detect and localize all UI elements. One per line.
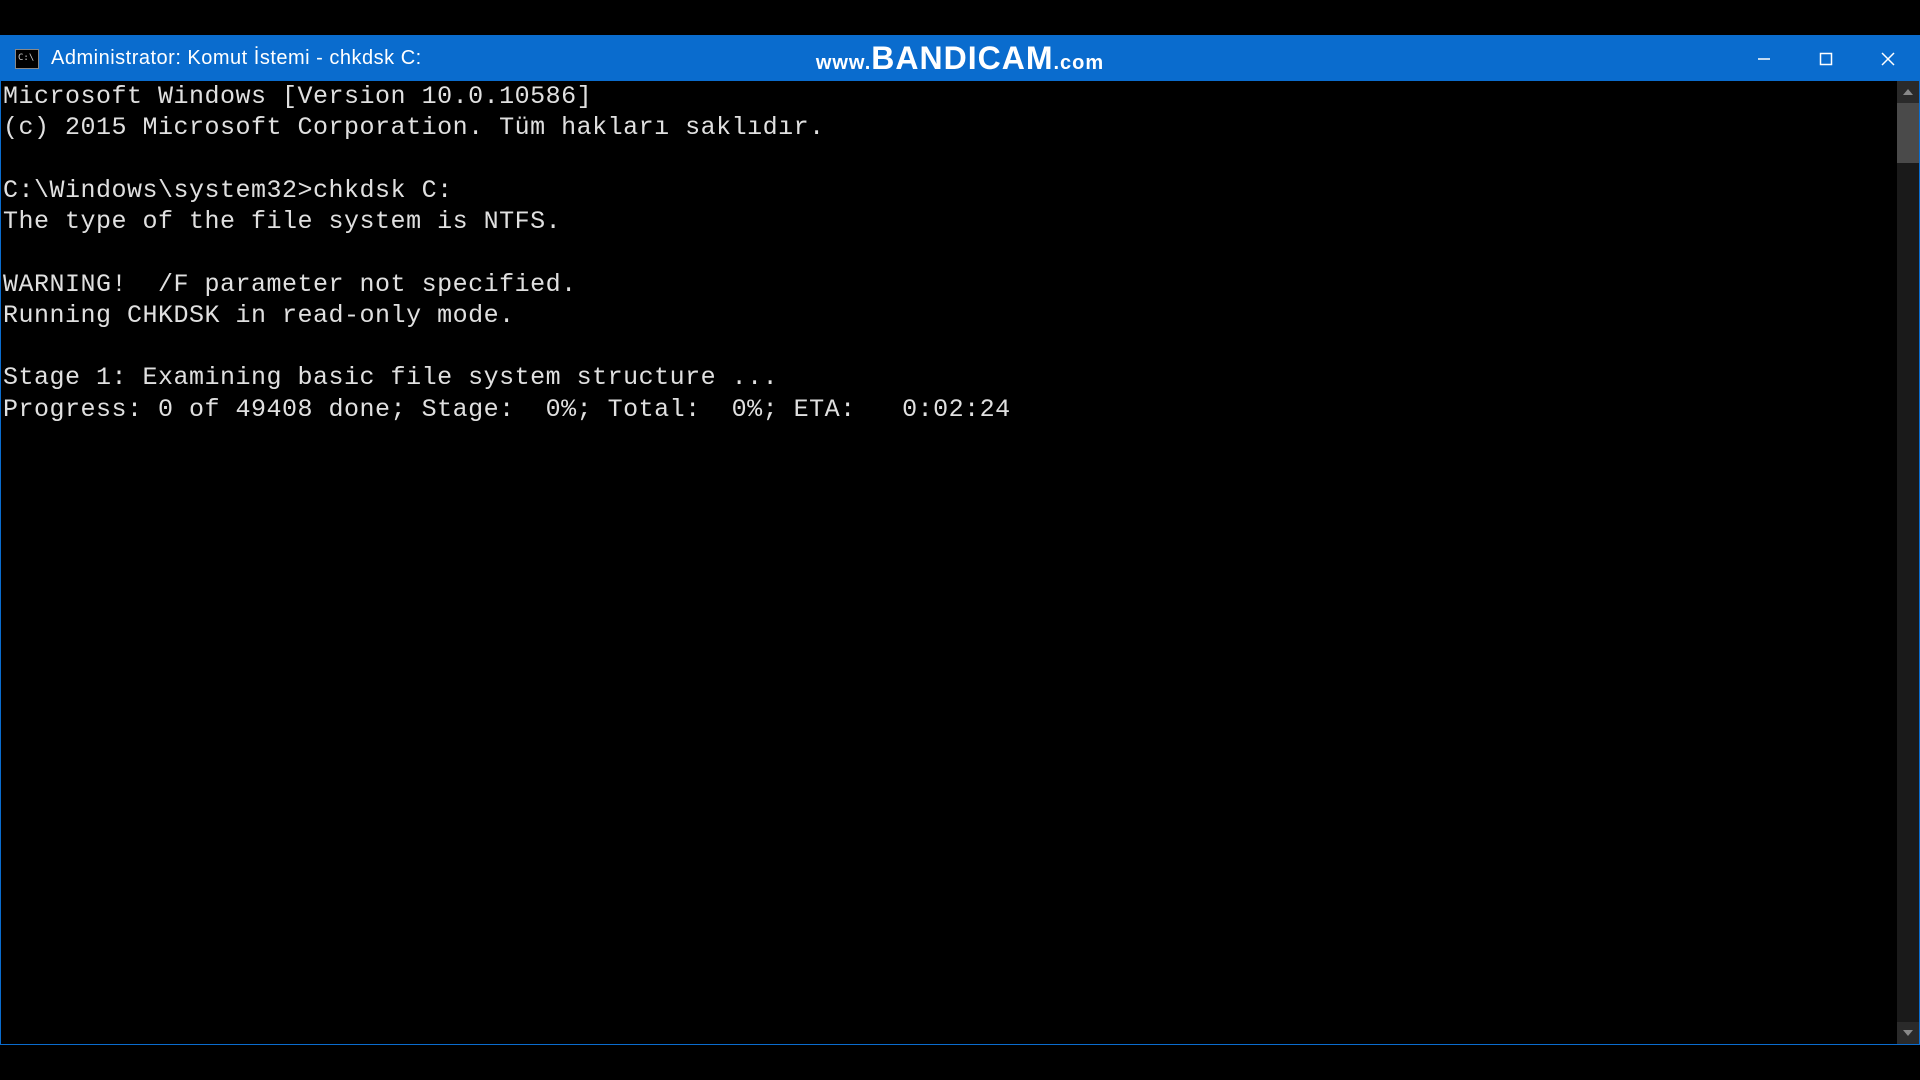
titlebar[interactable]: C:\ Administrator: Komut İstemi - chkdsk… bbox=[1, 36, 1919, 81]
vertical-scrollbar[interactable] bbox=[1897, 81, 1919, 1044]
watermark-www: www. bbox=[816, 52, 871, 75]
cmd-icon: C:\ bbox=[15, 49, 39, 69]
console-line: Stage 1: Examining basic file system str… bbox=[3, 363, 778, 392]
command-prompt-window: C:\ Administrator: Komut İstemi - chkdsk… bbox=[0, 35, 1920, 1045]
scroll-down-button[interactable] bbox=[1897, 1022, 1919, 1044]
chevron-up-icon bbox=[1903, 89, 1913, 95]
bandicam-watermark: www. BANDICAM .com bbox=[816, 40, 1104, 77]
console-output[interactable]: Microsoft Windows [Version 10.0.10586] (… bbox=[1, 81, 1897, 1044]
watermark-brand: BANDICAM bbox=[871, 40, 1053, 77]
console-line: Microsoft Windows [Version 10.0.10586] bbox=[3, 82, 592, 111]
maximize-button[interactable] bbox=[1795, 36, 1857, 81]
letterbox-top bbox=[0, 0, 1920, 35]
minimize-button[interactable] bbox=[1733, 36, 1795, 81]
watermark-dotcom: .com bbox=[1054, 52, 1105, 75]
console-line: The type of the file system is NTFS. bbox=[3, 207, 561, 236]
window-controls bbox=[1733, 36, 1919, 81]
letterbox-bottom bbox=[0, 1045, 1920, 1080]
console-area: Microsoft Windows [Version 10.0.10586] (… bbox=[1, 81, 1919, 1044]
chevron-down-icon bbox=[1903, 1030, 1913, 1036]
cmd-icon-text: C:\ bbox=[16, 54, 34, 63]
console-line: WARNING! /F parameter not specified. bbox=[3, 270, 577, 299]
console-line: C:\Windows\system32>chkdsk C: bbox=[3, 176, 453, 205]
scrollbar-track[interactable] bbox=[1897, 103, 1919, 1022]
window-title: Administrator: Komut İstemi - chkdsk C: bbox=[51, 47, 422, 70]
console-line: (c) 2015 Microsoft Corporation. Tüm hakl… bbox=[3, 113, 825, 142]
scroll-up-button[interactable] bbox=[1897, 81, 1919, 103]
scrollbar-thumb[interactable] bbox=[1897, 103, 1919, 163]
console-line: Running CHKDSK in read-only mode. bbox=[3, 301, 515, 330]
console-line: Progress: 0 of 49408 done; Stage: 0%; To… bbox=[3, 395, 1011, 424]
close-button[interactable] bbox=[1857, 36, 1919, 81]
